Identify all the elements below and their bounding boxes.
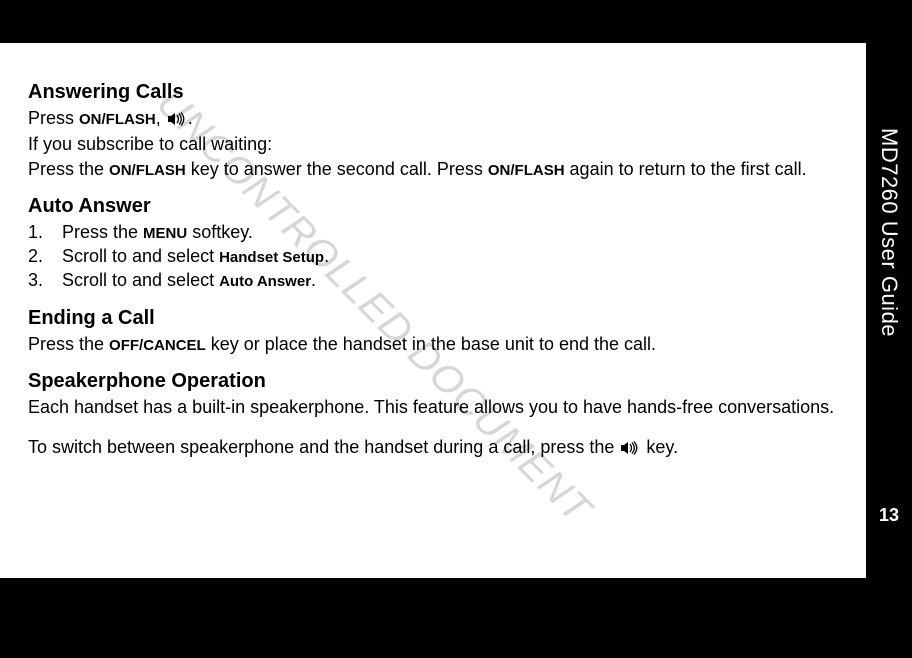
- heading-ending-call: Ending a Call: [28, 307, 838, 330]
- document-title: MD7260 User Guide: [876, 128, 902, 337]
- list-item: Press the MENU softkey.: [28, 220, 838, 244]
- speakerphone-para2: To switch between speakerphone and the h…: [28, 435, 838, 461]
- heading-answering-calls: Answering Calls: [28, 81, 838, 104]
- speaker-icon: [167, 108, 187, 132]
- text-fragment: ,: [156, 108, 166, 128]
- side-tab: MD7260 User Guide 13: [866, 120, 912, 540]
- answering-calls-line1: Press ON/FLASH, .: [28, 106, 838, 132]
- text-fragment: Press the: [28, 159, 109, 179]
- auto-answer-steps: Press the MENU softkey. Scroll to and se…: [28, 220, 838, 293]
- heading-speakerphone: Speakerphone Operation: [28, 370, 838, 393]
- text-fragment: Press the: [28, 334, 109, 354]
- text-fragment: Scroll to and select: [62, 270, 219, 290]
- key-handset-setup: Handset Setup: [219, 249, 324, 266]
- text-fragment: Scroll to and select: [62, 246, 219, 266]
- text-fragment: .: [324, 246, 329, 266]
- text-fragment: .: [311, 270, 316, 290]
- ending-call-line: Press the OFF/CANCEL key or place the ha…: [28, 332, 838, 356]
- speakerphone-para1: Each handset has a built-in speakerphone…: [28, 395, 838, 419]
- text-fragment: Press the: [62, 222, 143, 242]
- text-fragment: key or place the handset in the base uni…: [206, 334, 656, 354]
- list-item: Scroll to and select Handset Setup.: [28, 244, 838, 268]
- key-on-flash: ON/FLASH: [109, 162, 186, 179]
- heading-auto-answer: Auto Answer: [28, 195, 838, 218]
- key-on-flash: ON/FLASH: [79, 111, 156, 128]
- page-number: 13: [879, 505, 899, 526]
- list-item: Scroll to and select Auto Answer.: [28, 268, 838, 292]
- text-fragment: key to answer the second call. Press: [186, 159, 488, 179]
- text-fragment: Press: [28, 108, 79, 128]
- answering-calls-line2: If you subscribe to call waiting:: [28, 132, 838, 156]
- text-fragment: To switch between speakerphone and the h…: [28, 437, 619, 457]
- key-auto-answer: Auto Answer: [219, 273, 311, 290]
- text-fragment: .: [188, 108, 193, 128]
- text-fragment: again to return to the first call.: [565, 159, 807, 179]
- text-fragment: key.: [641, 437, 678, 457]
- speaker-icon: [620, 437, 640, 461]
- key-on-flash: ON/FLASH: [488, 162, 565, 179]
- answering-calls-line3: Press the ON/FLASH key to answer the sec…: [28, 157, 838, 181]
- key-menu: MENU: [143, 225, 187, 242]
- key-off-cancel: OFF/CANCEL: [109, 337, 206, 354]
- page-content: UNCONTROLLED DOCUMENT Answering Calls Pr…: [0, 43, 866, 578]
- text-fragment: softkey.: [187, 222, 253, 242]
